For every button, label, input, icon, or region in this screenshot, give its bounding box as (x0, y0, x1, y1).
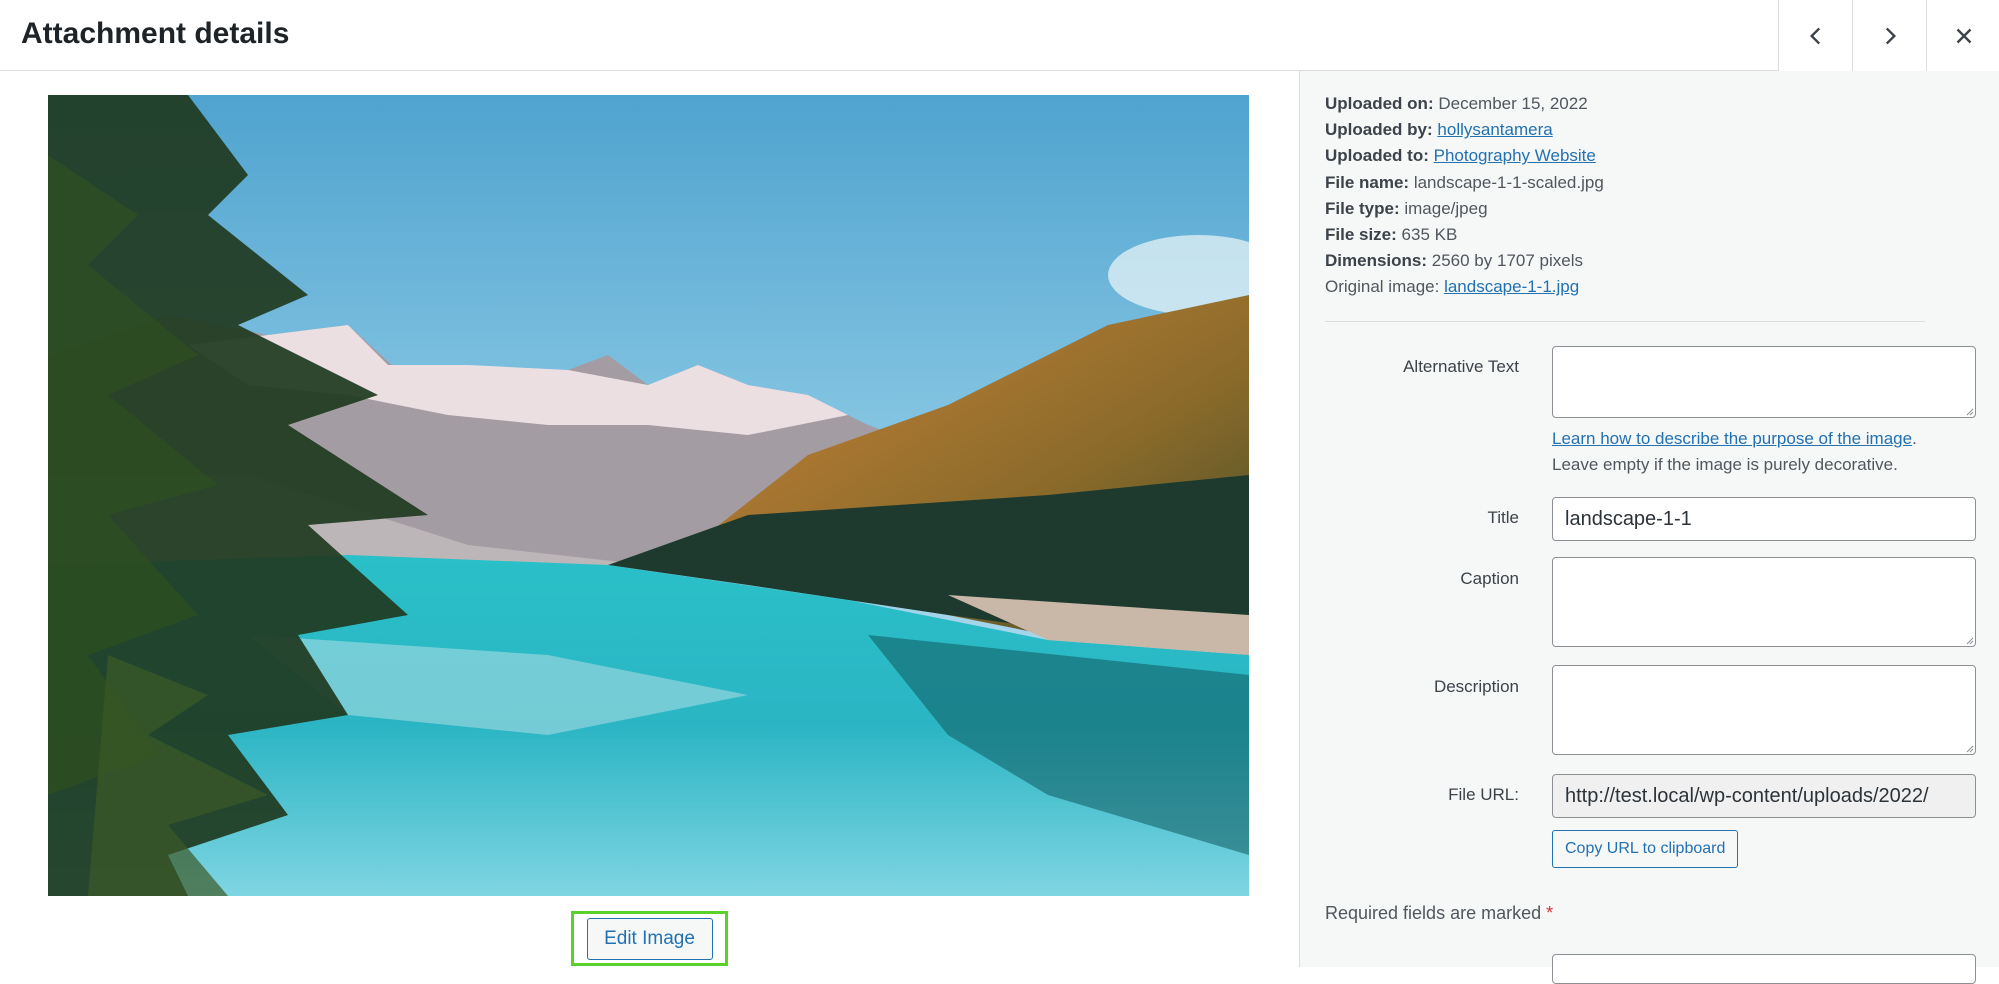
image-preview-area: Edit Image (0, 71, 1299, 967)
dimensions-label: Dimensions: (1325, 251, 1428, 271)
caption-label: Caption (1460, 569, 1519, 588)
uploaded-to-row: Uploaded to: Photography Website (1325, 143, 1604, 169)
required-text: Required fields are marked (1325, 903, 1542, 923)
page-title: Attachment details (21, 17, 290, 50)
uploaded-by-link[interactable]: hollysantamera (1437, 120, 1552, 139)
uploaded-to-label: Uploaded to: (1325, 146, 1429, 166)
file-url-input[interactable]: http://test.local/wp-content/uploads/202… (1552, 774, 1976, 818)
uploaded-on-row: Uploaded on: December 15, 2022 (1325, 91, 1604, 117)
file-details: Uploaded on: December 15, 2022 Uploaded … (1325, 91, 1604, 301)
alt-text-help-dot: . (1912, 429, 1917, 448)
next-button[interactable] (1852, 0, 1926, 71)
previous-button[interactable] (1778, 0, 1852, 71)
next-field[interactable] (1552, 954, 1976, 984)
original-image-row: Original image: landscape-1-1.jpg (1325, 274, 1604, 300)
attachment-info-panel: Uploaded on: December 15, 2022 Uploaded … (1299, 71, 1999, 984)
title-label: Title (1487, 508, 1520, 527)
file-url-label: File URL: (1448, 785, 1519, 804)
uploaded-by-label: Uploaded by: (1325, 120, 1433, 140)
uploaded-on-value: December 15, 2022 (1438, 94, 1588, 113)
chevron-left-icon (1809, 27, 1820, 44)
attachment-image (48, 95, 1249, 896)
copy-url-button[interactable]: Copy URL to clipboard (1552, 830, 1739, 868)
file-type-label: File type: (1325, 198, 1400, 218)
file-name-value: landscape-1-1-scaled.jpg (1413, 172, 1604, 192)
original-image-label: Original image: (1325, 277, 1440, 297)
resize-handle-icon[interactable] (1964, 406, 1974, 416)
alt-text-help-text: Leave empty if the image is purely decor… (1552, 455, 1898, 474)
required-fields-note: Required fields are marked * (1325, 903, 1553, 924)
alt-text-label: Alternative Text (1403, 357, 1519, 376)
alt-text-help-link[interactable]: Learn how to describe the purpose of the… (1552, 429, 1912, 448)
edit-image-highlight: Edit Image (571, 911, 728, 966)
chevron-right-icon (1885, 27, 1896, 44)
caption-field[interactable] (1552, 557, 1976, 647)
uploaded-by-row: Uploaded by: hollysantamera (1325, 117, 1604, 143)
resize-handle-icon[interactable] (1964, 743, 1974, 753)
original-image-link[interactable]: landscape-1-1.jpg (1444, 277, 1579, 296)
title-input[interactable]: landscape-1-1 (1552, 497, 1976, 541)
alt-text-help: Learn how to describe the purpose of the… (1552, 426, 1917, 478)
divider (1325, 321, 1925, 322)
resize-handle-icon[interactable] (1964, 635, 1974, 645)
file-size-value: 635 KB (1401, 224, 1458, 244)
file-size-label: File size: (1325, 224, 1397, 244)
dimensions-row: Dimensions: 2560 by 1707 pixels (1325, 248, 1604, 274)
description-label: Description (1433, 677, 1519, 696)
file-type-value: image/jpeg (1404, 198, 1488, 218)
alt-text-field[interactable] (1552, 346, 1976, 418)
edit-image-button[interactable]: Edit Image (586, 917, 713, 960)
dimensions-value: 2560 by 1707 pixels (1431, 251, 1583, 271)
file-name-label: File name: (1325, 172, 1410, 192)
file-size-row: File size: 635 KB (1325, 222, 1604, 248)
required-star: * (1546, 903, 1554, 923)
close-button[interactable] (1926, 0, 1999, 71)
modal-header: Attachment details (0, 0, 1999, 71)
file-type-row: File type: image/jpeg (1325, 196, 1604, 222)
uploaded-to-link[interactable]: Photography Website (1434, 146, 1596, 165)
file-name-row: File name: landscape-1-1-scaled.jpg (1325, 170, 1604, 196)
description-field[interactable] (1552, 665, 1976, 755)
close-icon (1956, 28, 1971, 43)
uploaded-on-label: Uploaded on: (1325, 94, 1434, 113)
